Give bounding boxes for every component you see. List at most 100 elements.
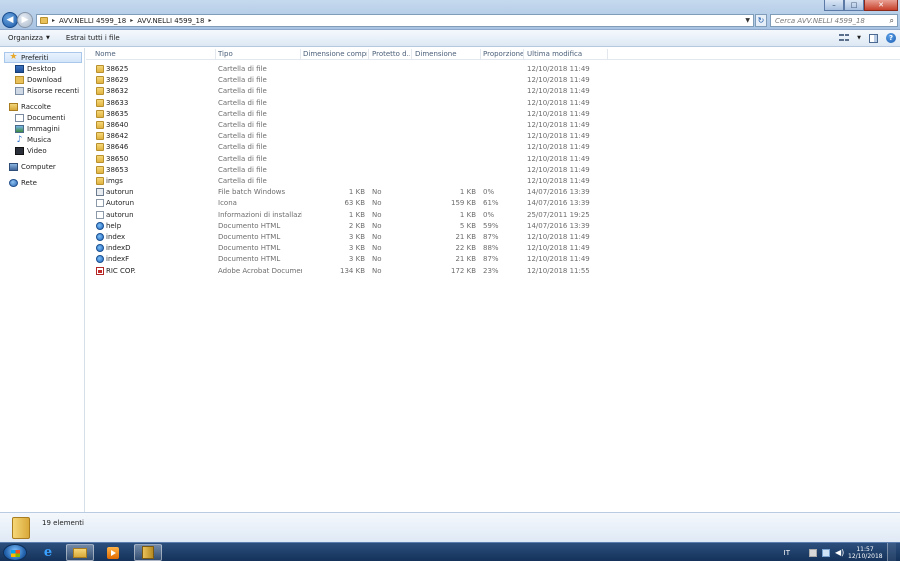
- show-desktop-button[interactable]: [887, 543, 896, 561]
- file-ratio: 87%: [483, 233, 499, 241]
- file-row[interactable]: 38650 Cartella di file 12/10/2018 11:49: [86, 154, 686, 165]
- file-row[interactable]: index Documento HTML 3 KB No 21 KB 87% 12/10/2…: [86, 232, 686, 243]
- preview-pane-icon[interactable]: [869, 33, 878, 43]
- nav-recent[interactable]: Risorse recenti: [0, 85, 84, 96]
- taskbar-media-player[interactable]: [99, 544, 127, 561]
- column-ratio[interactable]: Proporzione: [483, 50, 523, 58]
- nav-computer[interactable]: Computer: [0, 161, 84, 172]
- file-row[interactable]: 38642 Cartella di file 12/10/2018 11:49: [86, 131, 686, 142]
- file-row[interactable]: 38625 Cartella di file 12/10/2018 11:49: [86, 64, 686, 75]
- file-row[interactable]: 38632 Cartella di file 12/10/2018 11:49: [86, 86, 686, 97]
- file-row[interactable]: imgs Cartella di file 12/10/2018 11:49: [86, 176, 686, 187]
- clock[interactable]: 11:57 12/10/2018: [848, 546, 883, 560]
- action-center-icon[interactable]: [809, 548, 817, 557]
- network-status-icon[interactable]: [822, 548, 830, 557]
- file-modified: 12/10/2018 11:49: [527, 154, 590, 163]
- file-row[interactable]: 38646 Cartella di file 12/10/2018 11:49: [86, 142, 686, 153]
- column-protected[interactable]: Protetto d...: [372, 50, 410, 58]
- help-icon[interactable]: ?: [886, 33, 896, 43]
- file-row[interactable]: 38629 Cartella di file 12/10/2018 11:49: [86, 75, 686, 86]
- title-bar: – □ ✕ ◀ ▶ ▸ AVV.NELLI 4599_18 ▸ AVV.NELL…: [0, 0, 900, 30]
- file-type: Documento HTML: [218, 233, 281, 241]
- file-row[interactable]: autorun Informazioni di installazio... 1 K…: [86, 210, 686, 221]
- column-name[interactable]: Nome: [95, 50, 215, 58]
- file-modified: 12/10/2018 11:49: [527, 177, 590, 185]
- nav-label: Documenti: [27, 113, 66, 122]
- nav-libraries[interactable]: Raccolte: [0, 101, 84, 112]
- breadcrumb-item[interactable]: AVV.NELLI 4599_18: [137, 17, 204, 25]
- taskbar-internet-explorer[interactable]: e: [34, 544, 62, 561]
- nav-download[interactable]: Download: [0, 74, 84, 85]
- file-ratio: 87%: [483, 255, 499, 264]
- breadcrumb-item[interactable]: AVV.NELLI 4599_18: [59, 17, 126, 25]
- file-name: 38629: [106, 76, 129, 85]
- volume-icon[interactable]: ◀): [835, 548, 844, 557]
- folder-icon: [96, 121, 104, 129]
- file-row[interactable]: 38633 Cartella di file 12/10/2018 11:49: [86, 98, 686, 109]
- file-row[interactable]: Autorun Icona 63 KB No 159 KB 61% 14/07/2016 1…: [86, 198, 686, 209]
- breadcrumb-separator-icon[interactable]: ▸: [130, 17, 133, 24]
- chevron-down-icon[interactable]: ▼: [857, 35, 861, 41]
- file-row[interactable]: help Documento HTML 2 KB No 5 KB 59% 14/07/201…: [86, 221, 686, 232]
- extract-all-label: Estrai tutti i file: [65, 34, 120, 42]
- back-button[interactable]: ◀: [2, 12, 18, 28]
- file-row[interactable]: RIC COP. Adobe Acrobat Document 134 KB No 17…: [86, 266, 686, 277]
- file-name: 38646: [106, 143, 129, 152]
- minimize-button[interactable]: –: [824, 0, 844, 11]
- file-name: RIC COP.: [106, 266, 136, 275]
- folder-icon: [96, 154, 104, 163]
- column-modified[interactable]: Ultima modifica: [527, 50, 607, 58]
- extract-all-button[interactable]: Estrai tutti i file: [58, 34, 128, 42]
- breadcrumb-separator-icon[interactable]: ▸: [52, 17, 55, 24]
- change-view-icon[interactable]: [839, 33, 850, 43]
- column-type[interactable]: Tipo: [218, 50, 298, 58]
- column-size[interactable]: Dimensione: [415, 50, 479, 58]
- file-row[interactable]: autorun File batch Windows 1 KB No 1 KB 0% 14/…: [86, 187, 686, 198]
- arrow-left-icon: ◀: [6, 15, 14, 25]
- nav-documents[interactable]: Documenti: [0, 112, 84, 123]
- folder-icon: [96, 132, 104, 141]
- nav-desktop[interactable]: Desktop: [0, 63, 84, 74]
- nav-music[interactable]: ♪ Musica: [0, 134, 84, 145]
- folder-icon: [96, 98, 104, 107]
- file-row[interactable]: 38653 Cartella di file 12/10/2018 11:49: [86, 165, 686, 176]
- close-button[interactable]: ✕: [864, 0, 898, 11]
- file-row[interactable]: 38640 Cartella di file 12/10/2018 11:49: [86, 120, 686, 131]
- file-type: Cartella di file: [218, 165, 267, 174]
- forward-button[interactable]: ▶: [17, 12, 33, 28]
- file-name: 38635: [106, 109, 129, 118]
- nav-videos[interactable]: Video: [0, 145, 84, 156]
- file-row[interactable]: 38635 Cartella di file 12/10/2018 11:49: [86, 109, 686, 120]
- refresh-icon: ↻: [757, 16, 765, 25]
- address-bar[interactable]: ▸ AVV.NELLI 4599_18 ▸ AVV.NELLI 4599_18 …: [36, 14, 754, 27]
- nav-pictures[interactable]: Immagini: [0, 123, 84, 134]
- start-button[interactable]: [3, 544, 27, 561]
- search-input[interactable]: [775, 16, 885, 25]
- file-row[interactable]: indexF Documento HTML 3 KB No 21 KB 87% 12/10/…: [86, 254, 686, 265]
- search-icon[interactable]: ⌕: [890, 16, 894, 26]
- nav-network[interactable]: Rete: [0, 177, 84, 188]
- file-type: Cartella di file: [218, 98, 267, 107]
- taskbar-archive[interactable]: [134, 544, 162, 561]
- file-name: 38640: [106, 121, 129, 129]
- file-modified: 12/10/2018 11:49: [527, 98, 590, 107]
- maximize-button[interactable]: □: [844, 0, 864, 11]
- file-protected: No: [372, 233, 382, 241]
- chevron-down-icon[interactable]: ▼: [745, 17, 750, 24]
- language-indicator[interactable]: IT: [784, 549, 790, 557]
- file-row[interactable]: indexD Documento HTML 3 KB No 22 KB 88% 12/10/…: [86, 243, 686, 254]
- taskbar-explorer[interactable]: [66, 544, 94, 561]
- nav-label: Risorse recenti: [27, 86, 80, 95]
- organize-button[interactable]: Organizza ▼: [0, 34, 58, 42]
- column-compressed-size[interactable]: Dimensione compr...: [303, 50, 367, 58]
- breadcrumb-separator-icon[interactable]: ▸: [208, 17, 211, 24]
- folder-icon: [96, 177, 104, 185]
- computer-group: Computer: [0, 161, 84, 172]
- search-box[interactable]: ⌕: [770, 14, 898, 27]
- file-name: indexF: [106, 255, 130, 264]
- folder-icon: [96, 165, 104, 174]
- file-compressed-size: 3 KB: [348, 255, 365, 264]
- nav-favorites[interactable]: ★ Preferiti: [4, 52, 82, 63]
- file-type: Cartella di file: [218, 143, 267, 152]
- refresh-button[interactable]: ↻: [755, 14, 767, 27]
